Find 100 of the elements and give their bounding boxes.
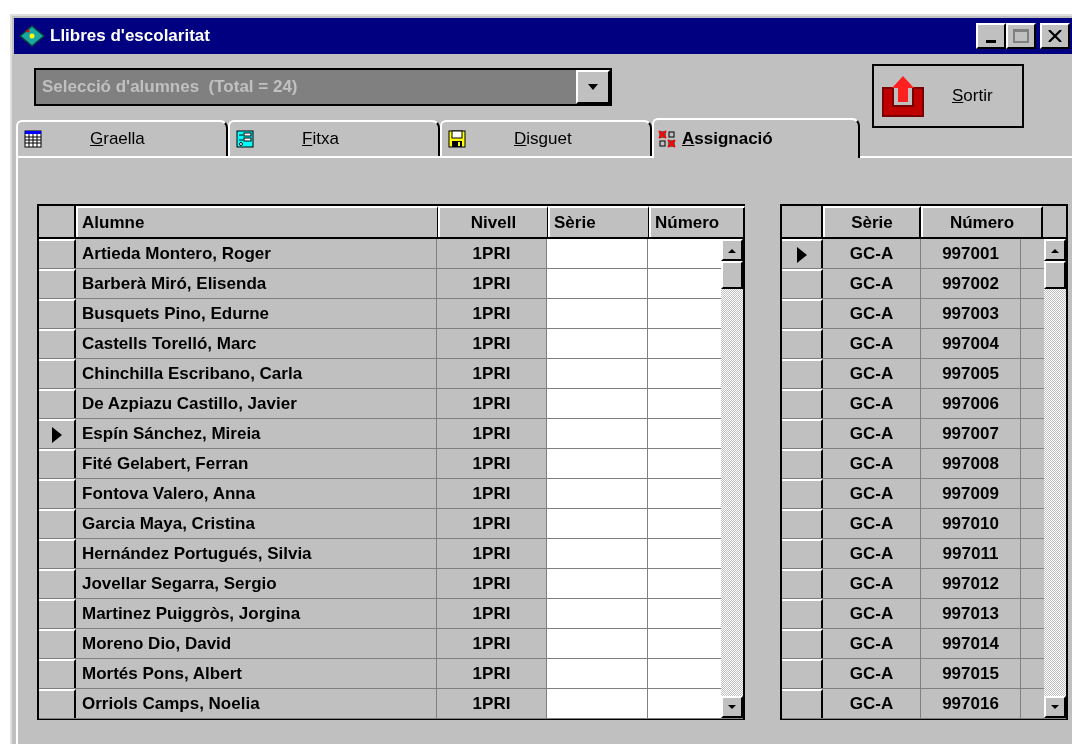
minimize-button[interactable] bbox=[976, 23, 1006, 49]
row-selector[interactable] bbox=[782, 269, 823, 298]
table-cell: GC-A bbox=[823, 509, 921, 538]
tab[interactable]: Graella bbox=[16, 120, 228, 156]
row-selector[interactable] bbox=[39, 329, 76, 358]
scroll-up-icon[interactable] bbox=[728, 247, 736, 253]
table-cell[interactable] bbox=[547, 689, 648, 718]
table-cell: GC-A bbox=[823, 299, 921, 328]
scroll-thumb[interactable] bbox=[1044, 261, 1066, 289]
tab[interactable]: Assignació bbox=[652, 118, 860, 158]
table-cell[interactable] bbox=[547, 449, 648, 478]
row-selector[interactable] bbox=[782, 389, 823, 418]
table-cell[interactable] bbox=[547, 389, 648, 418]
tab[interactable]: Disguet bbox=[440, 120, 652, 156]
table-cell[interactable] bbox=[648, 629, 723, 658]
row-selector[interactable] bbox=[39, 299, 76, 328]
table-cell[interactable] bbox=[547, 359, 648, 388]
table-cell: 997013 bbox=[921, 599, 1021, 628]
row-selector[interactable] bbox=[39, 389, 76, 418]
table-cell[interactable] bbox=[547, 329, 648, 358]
row-selector[interactable] bbox=[782, 629, 823, 658]
table-cell: Castells Torelló, Marc bbox=[76, 329, 437, 358]
table-cell[interactable] bbox=[547, 239, 648, 268]
table-cell[interactable] bbox=[648, 689, 723, 718]
table-cell[interactable] bbox=[547, 569, 648, 598]
table-cell: Espín Sánchez, Mireia bbox=[76, 419, 437, 448]
column-header[interactable]: Nivell bbox=[438, 206, 548, 237]
row-selector[interactable] bbox=[782, 569, 823, 598]
table-cell[interactable] bbox=[547, 599, 648, 628]
row-selector[interactable] bbox=[39, 539, 76, 568]
table-cell: Artieda Montero, Roger bbox=[76, 239, 437, 268]
close-button[interactable] bbox=[1040, 23, 1070, 49]
row-selector[interactable] bbox=[39, 449, 76, 478]
row-selector[interactable] bbox=[39, 569, 76, 598]
table-cell[interactable] bbox=[547, 509, 648, 538]
row-selector[interactable] bbox=[39, 509, 76, 538]
table-cell: 997014 bbox=[921, 629, 1021, 658]
row-selector[interactable] bbox=[782, 689, 823, 718]
column-header[interactable]: Número bbox=[649, 206, 745, 237]
row-selector[interactable] bbox=[782, 239, 823, 268]
table-cell[interactable] bbox=[648, 419, 723, 448]
row-selector[interactable] bbox=[39, 689, 76, 718]
row-selector[interactable] bbox=[39, 479, 76, 508]
row-selector[interactable] bbox=[39, 359, 76, 388]
table-cell[interactable] bbox=[648, 239, 723, 268]
table-cell: Mortés Pons, Albert bbox=[76, 659, 437, 688]
table-cell[interactable] bbox=[648, 449, 723, 478]
row-selector[interactable] bbox=[782, 419, 823, 448]
row-selector[interactable] bbox=[782, 299, 823, 328]
column-header[interactable]: Alumne bbox=[76, 206, 438, 237]
table-cell[interactable] bbox=[547, 629, 648, 658]
row-selector[interactable] bbox=[39, 629, 76, 658]
table-cell: 997008 bbox=[921, 449, 1021, 478]
row-selector[interactable] bbox=[39, 239, 76, 268]
table-cell: Chinchilla Escribano, Carla bbox=[76, 359, 437, 388]
table-cell[interactable] bbox=[547, 659, 648, 688]
table-cell[interactable] bbox=[648, 269, 723, 298]
maximize-button[interactable] bbox=[1006, 23, 1036, 49]
table-cell[interactable] bbox=[648, 509, 723, 538]
table-cell[interactable] bbox=[648, 539, 723, 568]
table-cell: 997011 bbox=[921, 539, 1021, 568]
column-header[interactable]: Sèrie bbox=[823, 206, 921, 237]
table-cell[interactable] bbox=[547, 269, 648, 298]
table-cell[interactable] bbox=[547, 479, 648, 508]
column-header[interactable]: Sèrie bbox=[548, 206, 649, 237]
table-cell: GC-A bbox=[823, 539, 921, 568]
table-cell[interactable] bbox=[648, 389, 723, 418]
row-selector[interactable] bbox=[782, 359, 823, 388]
table-cell[interactable] bbox=[648, 659, 723, 688]
table-cell[interactable] bbox=[547, 299, 648, 328]
table-cell[interactable] bbox=[648, 479, 723, 508]
row-selector[interactable] bbox=[39, 659, 76, 688]
table-cell: De Azpiazu Castillo, Javier bbox=[76, 389, 437, 418]
row-selector[interactable] bbox=[39, 599, 76, 628]
exit-button[interactable]: Sortir bbox=[872, 64, 1024, 128]
row-selector[interactable] bbox=[782, 329, 823, 358]
row-selector[interactable] bbox=[782, 509, 823, 538]
row-selector[interactable] bbox=[782, 479, 823, 508]
table-cell[interactable] bbox=[648, 599, 723, 628]
tab[interactable]: Fitxa bbox=[228, 120, 440, 156]
row-selector[interactable] bbox=[782, 539, 823, 568]
scrollbar[interactable] bbox=[1044, 239, 1066, 718]
table-cell[interactable] bbox=[648, 569, 723, 598]
row-selector[interactable] bbox=[39, 269, 76, 298]
table-cell[interactable] bbox=[547, 539, 648, 568]
scrollbar[interactable] bbox=[721, 239, 743, 718]
row-selector[interactable] bbox=[39, 419, 76, 448]
scroll-thumb[interactable] bbox=[721, 261, 743, 289]
table-cell: GC-A bbox=[823, 359, 921, 388]
table-cell[interactable] bbox=[648, 359, 723, 388]
table-cell[interactable] bbox=[648, 299, 723, 328]
table-cell[interactable] bbox=[648, 329, 723, 358]
scroll-down-icon[interactable] bbox=[1051, 704, 1059, 710]
scroll-down-icon[interactable] bbox=[728, 704, 736, 710]
scroll-up-icon[interactable] bbox=[1051, 247, 1059, 253]
row-selector[interactable] bbox=[782, 449, 823, 478]
row-selector[interactable] bbox=[782, 659, 823, 688]
table-cell[interactable] bbox=[547, 419, 648, 448]
column-header[interactable]: Número bbox=[921, 206, 1043, 237]
row-selector[interactable] bbox=[782, 599, 823, 628]
